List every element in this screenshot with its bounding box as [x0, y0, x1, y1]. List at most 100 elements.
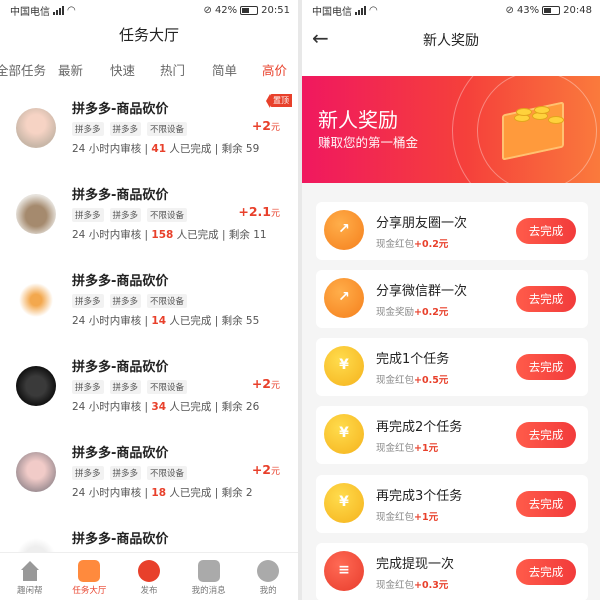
page-title: 新人奖励: [423, 33, 479, 49]
task-tag: 拼多多: [72, 380, 104, 394]
task-tag: 拼多多: [109, 122, 142, 136]
battery-percent: 42%: [214, 4, 238, 16]
banner-subtitle: 赚取您的第一桶金: [318, 135, 419, 150]
reward-task-amount: 现金奖励+0.2元: [376, 307, 449, 318]
task-tags: 拼多多 拼多多 不限设备: [72, 208, 188, 222]
publish-icon: [137, 560, 160, 582]
task-item[interactable]: 拼多多-商品砍价 拼多多 拼多多 不限设备 24 小时内审核 | 14 人已完成 | 剩…: [0, 270, 298, 356]
task-item[interactable]: 拼多多-商品砍价 拼多多 拼多多 不限设备 24 小时内审核 | 41 人已完成 | 剩…: [0, 94, 298, 184]
battery-icon: [240, 5, 259, 15]
remaining-count: 人已完成 | 剩余 2: [166, 487, 253, 499]
reward-task-title: 分享朋友圈一次: [376, 216, 468, 231]
reward-task-title: 完成提现一次: [376, 557, 455, 572]
task-name: 拼多多-商品砍价: [72, 102, 169, 117]
tab-high-price[interactable]: 高价: [262, 60, 287, 79]
task-name: 拼多多-商品砍价: [72, 188, 169, 203]
nav-label: 趣闲帮: [17, 586, 43, 596]
complete-button[interactable]: 去完成: [516, 286, 576, 312]
clock: 20:51: [261, 4, 290, 16]
share-icon: ↗: [324, 210, 364, 250]
nav-publish[interactable]: 发布: [119, 553, 179, 600]
task-tags: 拼多多 拼多多 不限设备: [72, 380, 188, 394]
tab-fast[interactable]: 快速: [110, 60, 135, 79]
remaining-count: 人已完成 | 剩余 59: [166, 143, 260, 155]
tab-all[interactable]: 全部任务: [0, 60, 46, 79]
battery-percent: 43%: [516, 4, 540, 16]
task-tag: 拼多多: [109, 466, 142, 480]
done-count: 158: [151, 229, 174, 241]
task-meta: 24 小时内审核 | 34 人已完成 | 剩余 26: [72, 399, 259, 414]
task-name: 拼多多-商品砍价: [72, 532, 169, 547]
task-tag: 不限设备: [147, 122, 188, 136]
wifi-icon: ◠: [67, 4, 76, 16]
avatar: [16, 108, 56, 148]
reward-amount: +2.1元: [238, 204, 280, 219]
nav-label: 发布: [140, 586, 158, 596]
complete-button[interactable]: 去完成: [516, 559, 576, 585]
carrier-label: 中国电信: [10, 6, 50, 18]
task-meta: 24 小时内审核 | 18 人已完成 | 剩余 2: [72, 485, 253, 500]
coin-icon: ¥: [324, 483, 364, 523]
task-name: 拼多多-商品砍价: [72, 360, 169, 375]
task-tag: 拼多多: [72, 208, 104, 222]
nav-label: 我的: [259, 586, 277, 596]
task-meta: 24 小时内审核 | 14 人已完成 | 剩余 55: [72, 313, 259, 328]
task-tag: 不限设备: [147, 380, 188, 394]
reward-amount: +2元: [251, 118, 280, 133]
task-tag: 拼多多: [72, 122, 104, 136]
audit-time: 24 小时内审核 |: [72, 487, 152, 499]
audit-time: 24 小时内审核 |: [72, 401, 152, 413]
task-item[interactable]: 拼多多-商品砍价 拼多多 拼多多 不限设备 24 小时内审核 | 34 人已完成 | 剩…: [0, 356, 298, 442]
status-bar: 中国电信 ◠ ⊘ 42% 20:51: [0, 0, 298, 20]
avatar: [16, 452, 56, 492]
avatar: [16, 194, 56, 234]
task-item[interactable]: 拼多多-商品砍价 拼多多 拼多多 不限设备 24 小时内审核 | 158 人已完成 | …: [0, 184, 298, 270]
bottom-nav: 趣闲帮 任务大厅 发布 我的消息 我的: [0, 552, 298, 600]
new-user-reward-screen: 中国电信 ◠ ⊘ 43% 20:48 ← 新人奖励 新人奖励 赚取您的第一桶金: [302, 0, 600, 600]
remaining-count: 人已完成 | 剩余 11: [173, 229, 267, 241]
message-icon: [197, 560, 220, 582]
reward-task-card: ¥ 再完成2个任务 现金红包+1元 去完成: [316, 406, 588, 464]
task-name: 拼多多-商品砍价: [72, 446, 169, 461]
tab-easy[interactable]: 简单: [212, 60, 237, 79]
carrier-label: 中国电信: [312, 6, 352, 18]
header-spacer: [302, 58, 600, 76]
nav-home[interactable]: 趣闲帮: [0, 553, 60, 600]
task-tag: 拼多多: [109, 380, 142, 394]
coin-icon: ¥: [324, 346, 364, 386]
signal-icon: [355, 5, 366, 15]
coin-icon: ¥: [324, 414, 364, 454]
task-tags: 拼多多 拼多多 不限设备: [72, 466, 188, 480]
task-tag: 不限设备: [147, 466, 188, 480]
wifi-icon: ◠: [369, 4, 378, 16]
reward-banner: 新人奖励 赚取您的第一桶金: [302, 76, 600, 183]
remaining-count: 人已完成 | 剩余 55: [166, 315, 260, 327]
reward-task-title: 再完成2个任务: [376, 420, 463, 435]
nav-profile[interactable]: 我的: [238, 553, 298, 600]
complete-button[interactable]: 去完成: [516, 354, 576, 380]
reward-task-card: ↗ 分享微信群一次现金奖励+0.2元 去完成: [316, 270, 588, 328]
avatar: [16, 366, 56, 406]
task-tag: 拼多多: [109, 208, 142, 222]
share-icon: ↗: [324, 278, 364, 318]
nav-messages[interactable]: 我的消息: [179, 553, 239, 600]
complete-button[interactable]: 去完成: [516, 218, 576, 244]
reward-task-title: 分享微信群一次: [376, 284, 468, 299]
task-meta: 24 小时内审核 | 41 人已完成 | 剩余 59: [72, 141, 259, 156]
avatar: [16, 280, 56, 320]
task-tag: 不限设备: [147, 294, 188, 308]
task-item[interactable]: 拼多多-商品砍价拼多多 拼多多 不限设备 24 小时内审核 | 18 人已完成 | 剩…: [0, 442, 298, 528]
complete-button[interactable]: 去完成: [516, 491, 576, 517]
nav-task-hall[interactable]: 任务大厅: [60, 553, 120, 600]
task-tag: 拼多多: [109, 294, 142, 308]
audit-time: 24 小时内审核 |: [72, 143, 152, 155]
battery-icon: [542, 5, 561, 15]
banner-title: 新人奖励: [318, 108, 398, 132]
task-hall-screen: 中国电信 ◠ ⊘ 42% 20:51 任务大厅 全部任务 最新 快速 热门 简单…: [0, 0, 298, 600]
tab-newest[interactable]: 最新: [58, 60, 83, 79]
complete-button[interactable]: 去完成: [516, 422, 576, 448]
clock: 20:48: [563, 4, 592, 16]
tab-hot[interactable]: 热门: [160, 60, 185, 79]
nav-label: 我的消息: [191, 586, 226, 596]
done-count: 18: [151, 487, 167, 499]
